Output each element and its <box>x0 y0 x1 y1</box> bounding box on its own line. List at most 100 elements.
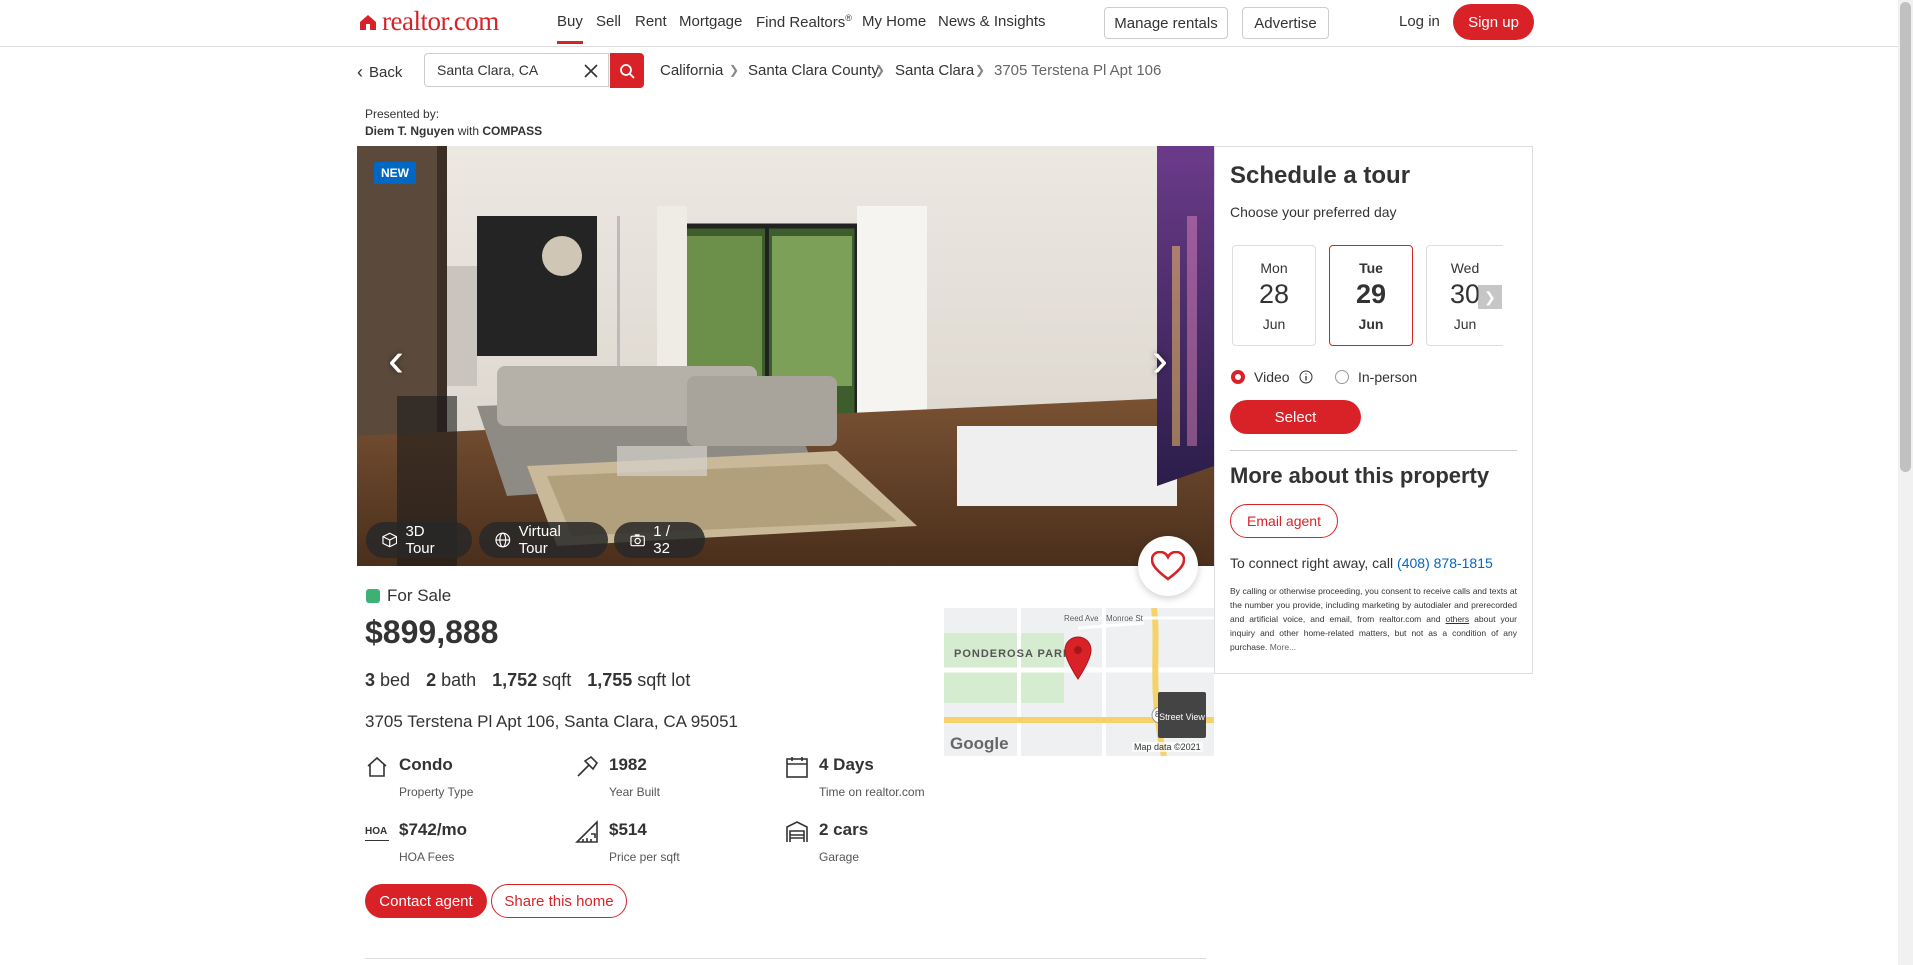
manage-rentals-button[interactable]: Manage rentals <box>1104 7 1228 39</box>
feature-value: 2 cars <box>819 820 869 839</box>
feature-label: Property Type <box>399 785 474 799</box>
breadcrumb-city[interactable]: Santa Clara <box>895 62 974 79</box>
status-dot-icon <box>366 589 380 603</box>
chevron-right-icon: ❯ <box>729 63 740 77</box>
feature-value: 1982 <box>609 755 647 774</box>
photo-next-arrow[interactable]: › <box>1152 333 1168 388</box>
presented-label: Presented by: <box>365 107 440 121</box>
scrollbar-thumb[interactable] <box>1900 2 1911 472</box>
search-icon <box>620 63 635 79</box>
baths-value: 2 <box>426 670 437 690</box>
nav-mortgage[interactable]: Mortgage <box>679 13 742 30</box>
baths-label: bath <box>441 670 477 690</box>
advertise-button[interactable]: Advertise <box>1242 7 1329 39</box>
chevron-right-icon: ❯ <box>875 63 886 77</box>
photo-counter-button[interactable]: 1 / 32 <box>614 522 705 558</box>
breadcrumb-california[interactable]: California <box>660 62 723 79</box>
agent-name: Diem T. Nguyen <box>365 124 455 138</box>
clear-icon[interactable] <box>584 64 598 78</box>
map-pin-icon <box>1064 636 1092 680</box>
map-street-label: Reed Ave <box>1064 614 1099 623</box>
map-attribution: Map data ©2021 <box>1132 742 1203 752</box>
nav-news-insights[interactable]: News & Insights <box>938 13 1046 30</box>
listing-specs: 3 bed 2 bath 1,752 sqft 1,755 sqft lot <box>365 670 690 691</box>
connect-label: To connect right away, call <box>1230 555 1394 571</box>
location-map[interactable]: PONDEROSA PARK Reed Ave Monroe St 82 Str… <box>944 608 1214 756</box>
registered-mark: ® <box>845 13 852 23</box>
realtor-logo[interactable]: realtor.com <box>358 6 499 37</box>
feature-price-per-sqft: $514 Price per sqft <box>575 820 680 864</box>
info-icon[interactable] <box>1299 370 1313 384</box>
contact-agent-button[interactable]: Contact agent <box>365 884 487 918</box>
feature-value: 4 Days <box>819 755 874 774</box>
back-button[interactable]: ‹ Back <box>357 62 402 83</box>
feature-label: Price per sqft <box>609 850 680 864</box>
signup-button[interactable]: Sign up <box>1453 4 1534 40</box>
day-date: 30 <box>1449 279 1481 309</box>
house-icon <box>367 756 387 777</box>
phone-link[interactable]: (408) 878-1815 <box>1397 555 1493 571</box>
street-view-label: Street View <box>1159 712 1205 722</box>
chevron-right-icon: ❯ <box>975 63 986 77</box>
calendar-icon <box>786 757 808 778</box>
hammer-icon <box>577 755 599 777</box>
garage-icon <box>786 821 808 842</box>
consent-disclaimer: By calling or otherwise proceeding, you … <box>1230 584 1517 654</box>
photo-counter: 1 / 32 <box>653 523 670 557</box>
status-label: For Sale <box>387 586 452 605</box>
day-month: Jun <box>1453 316 1477 332</box>
email-agent-button[interactable]: Email agent <box>1230 504 1338 538</box>
day-next-arrow[interactable]: ❯ <box>1478 285 1502 309</box>
search-input[interactable]: Santa Clara, CA <box>424 53 609 87</box>
listing-address: 3705 Terstena Pl Apt 106, Santa Clara, C… <box>365 712 739 731</box>
globe-icon <box>495 532 511 548</box>
nav-buy[interactable]: Buy <box>557 13 583 44</box>
day-option-tue[interactable]: Tue 29 Jun <box>1329 245 1413 346</box>
nav-find-realtors[interactable]: Find Realtors® <box>756 13 852 31</box>
day-month: Jun <box>1262 316 1286 332</box>
radio-in-person[interactable] <box>1335 370 1349 384</box>
day-date: 28 <box>1258 279 1290 309</box>
feature-time-on-site: 4 Days Time on realtor.com <box>785 755 925 799</box>
day-option-mon[interactable]: Mon 28 Jun <box>1232 245 1316 346</box>
login-link[interactable]: Log in <box>1399 13 1440 30</box>
option-video[interactable]: Video <box>1231 369 1313 385</box>
presented-by: Presented by: Diem T. Nguyen with COMPAS… <box>365 106 542 140</box>
breadcrumb-current: 3705 Terstena Pl Apt 106 <box>994 62 1162 79</box>
feature-value: $742/mo <box>399 820 468 839</box>
back-label: Back <box>369 64 403 81</box>
map-street-label: Monroe St <box>1106 614 1143 623</box>
virtual-tour-label: Virtual Tour <box>518 523 561 557</box>
cube-icon <box>382 532 398 548</box>
share-home-button[interactable]: Share this home <box>491 884 627 918</box>
presented-with: with <box>457 124 480 138</box>
schedule-subtitle: Choose your preferred day <box>1230 204 1397 220</box>
virtual-tour-button[interactable]: Virtual Tour <box>479 522 608 558</box>
beds-label: bed <box>380 670 411 690</box>
connect-text: To connect right away, call (408) 878-18… <box>1230 555 1493 571</box>
feature-label: Garage <box>819 850 860 864</box>
new-badge: NEW <box>374 162 416 184</box>
select-tour-button[interactable]: Select <box>1230 400 1361 434</box>
others-link[interactable]: others <box>1446 614 1470 624</box>
breadcrumb-county[interactable]: Santa Clara County <box>748 62 879 79</box>
feature-garage: 2 cars Garage <box>785 820 868 864</box>
photo-prev-arrow[interactable]: ‹ <box>388 333 404 388</box>
nav-rent[interactable]: Rent <box>635 13 667 30</box>
disclaimer-more-link[interactable]: More... <box>1270 642 1296 652</box>
nav-my-home[interactable]: My Home <box>862 13 926 30</box>
day-name: Mon <box>1260 260 1288 276</box>
option-in-person[interactable]: In-person <box>1335 369 1417 385</box>
lot-value: 1,755 <box>587 670 633 690</box>
living-room-photo <box>357 146 1214 566</box>
chevron-left-icon: ‹ <box>357 62 363 82</box>
option-in-person-label: In-person <box>1358 369 1418 385</box>
street-view-button[interactable]: Street View <box>1158 692 1206 738</box>
nav-sell[interactable]: Sell <box>596 13 621 30</box>
listing-photo[interactable] <box>357 146 1214 566</box>
radio-video[interactable] <box>1231 370 1245 384</box>
feature-value: Condo <box>399 755 453 774</box>
save-home-button[interactable] <box>1138 536 1198 596</box>
search-button[interactable] <box>610 53 644 88</box>
3d-tour-button[interactable]: 3D Tour <box>366 522 472 558</box>
